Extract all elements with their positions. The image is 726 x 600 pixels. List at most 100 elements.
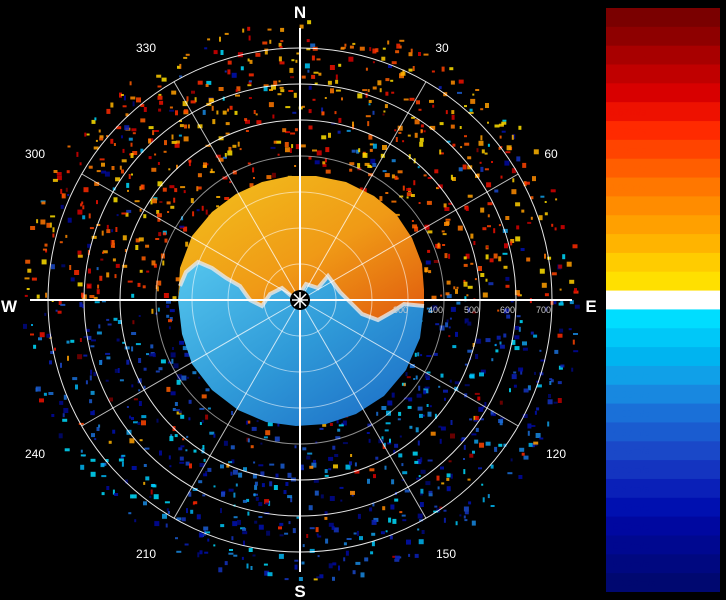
return-speckle — [313, 479, 319, 483]
return-speckle — [252, 167, 255, 173]
return-speckle — [247, 511, 250, 516]
return-speckle — [139, 208, 142, 212]
return-speckle — [106, 272, 110, 278]
return-speckle — [382, 113, 385, 116]
return-speckle — [324, 516, 328, 520]
return-speckle — [185, 53, 190, 56]
return-speckle — [250, 445, 254, 449]
return-speckle — [467, 194, 473, 198]
return-speckle — [460, 146, 463, 149]
return-speckle — [524, 181, 530, 185]
return-speckle — [42, 248, 47, 251]
return-speckle — [464, 135, 467, 138]
return-speckle — [62, 413, 65, 418]
return-speckle — [493, 228, 496, 234]
return-speckle — [396, 43, 401, 49]
return-speckle — [379, 196, 383, 202]
return-speckle — [77, 209, 83, 215]
return-speckle — [358, 148, 361, 153]
return-speckle — [203, 458, 206, 462]
return-speckle — [494, 344, 497, 347]
legend-label: 9.33m/s — [609, 31, 646, 43]
return-speckle — [233, 554, 238, 557]
return-speckle — [572, 339, 575, 345]
return-speckle — [170, 205, 175, 209]
return-speckle — [467, 478, 471, 481]
return-speckle — [427, 230, 433, 234]
return-speckle — [443, 509, 447, 512]
return-speckle — [350, 454, 353, 457]
return-speckle — [463, 281, 468, 287]
return-speckle — [183, 56, 188, 59]
return-speckle — [190, 198, 194, 204]
return-speckle — [504, 243, 508, 249]
return-speckle — [555, 198, 558, 201]
return-speckle — [438, 86, 442, 90]
return-speckle — [453, 286, 456, 290]
return-speckle — [181, 375, 187, 381]
return-speckle — [307, 20, 312, 25]
legend-label: 5.33m/s — [609, 144, 646, 156]
return-speckle — [450, 420, 453, 425]
return-speckle — [95, 139, 98, 142]
return-speckle — [515, 202, 521, 207]
return-speckle — [498, 256, 502, 262]
return-speckle — [80, 449, 83, 453]
return-speckle — [315, 527, 319, 533]
return-speckle — [189, 463, 192, 469]
return-speckle — [79, 302, 83, 308]
return-speckle — [300, 144, 306, 148]
return-speckle — [558, 264, 563, 269]
return-speckle — [384, 173, 390, 178]
return-speckle — [188, 159, 192, 163]
return-speckle — [444, 207, 450, 211]
return-speckle — [547, 399, 553, 405]
return-speckle — [162, 260, 165, 266]
return-speckle — [242, 531, 248, 535]
return-speckle — [140, 118, 146, 123]
return-speckle — [395, 137, 398, 142]
return-speckle — [540, 195, 545, 198]
return-speckle — [320, 494, 324, 499]
return-speckle — [223, 440, 228, 446]
return-speckle — [280, 27, 285, 32]
return-speckle — [409, 425, 413, 429]
return-speckle — [511, 134, 514, 140]
west-label: W — [1, 297, 18, 316]
return-speckle — [235, 483, 238, 487]
return-speckle — [316, 533, 319, 536]
return-speckle — [520, 248, 525, 251]
return-speckle — [163, 232, 167, 236]
return-speckle — [163, 293, 169, 298]
return-speckle — [128, 512, 132, 515]
return-speckle — [27, 268, 32, 273]
return-speckle — [506, 314, 511, 319]
return-speckle — [262, 41, 268, 45]
return-speckle — [225, 122, 230, 126]
return-speckle — [550, 189, 556, 193]
return-speckle — [314, 490, 319, 496]
return-speckle — [527, 221, 532, 224]
return-speckle — [41, 201, 46, 205]
return-speckle — [418, 475, 421, 478]
return-speckle — [471, 433, 477, 436]
return-speckle — [400, 71, 406, 76]
return-speckle — [397, 170, 403, 174]
return-speckle — [65, 234, 68, 238]
return-speckle — [62, 418, 68, 422]
return-speckle — [129, 415, 131, 419]
return-speckle — [434, 169, 439, 174]
return-speckle — [258, 464, 264, 467]
return-speckle — [185, 241, 189, 247]
return-speckle — [159, 450, 162, 456]
return-speckle — [89, 399, 93, 404]
return-speckle — [394, 443, 399, 448]
return-speckle — [418, 539, 424, 545]
return-speckle — [535, 433, 541, 438]
return-speckle — [490, 505, 495, 507]
return-speckle — [141, 420, 146, 426]
return-speckle — [155, 238, 160, 240]
return-speckle — [81, 201, 84, 205]
return-speckle — [330, 88, 334, 94]
return-speckle — [385, 530, 388, 533]
